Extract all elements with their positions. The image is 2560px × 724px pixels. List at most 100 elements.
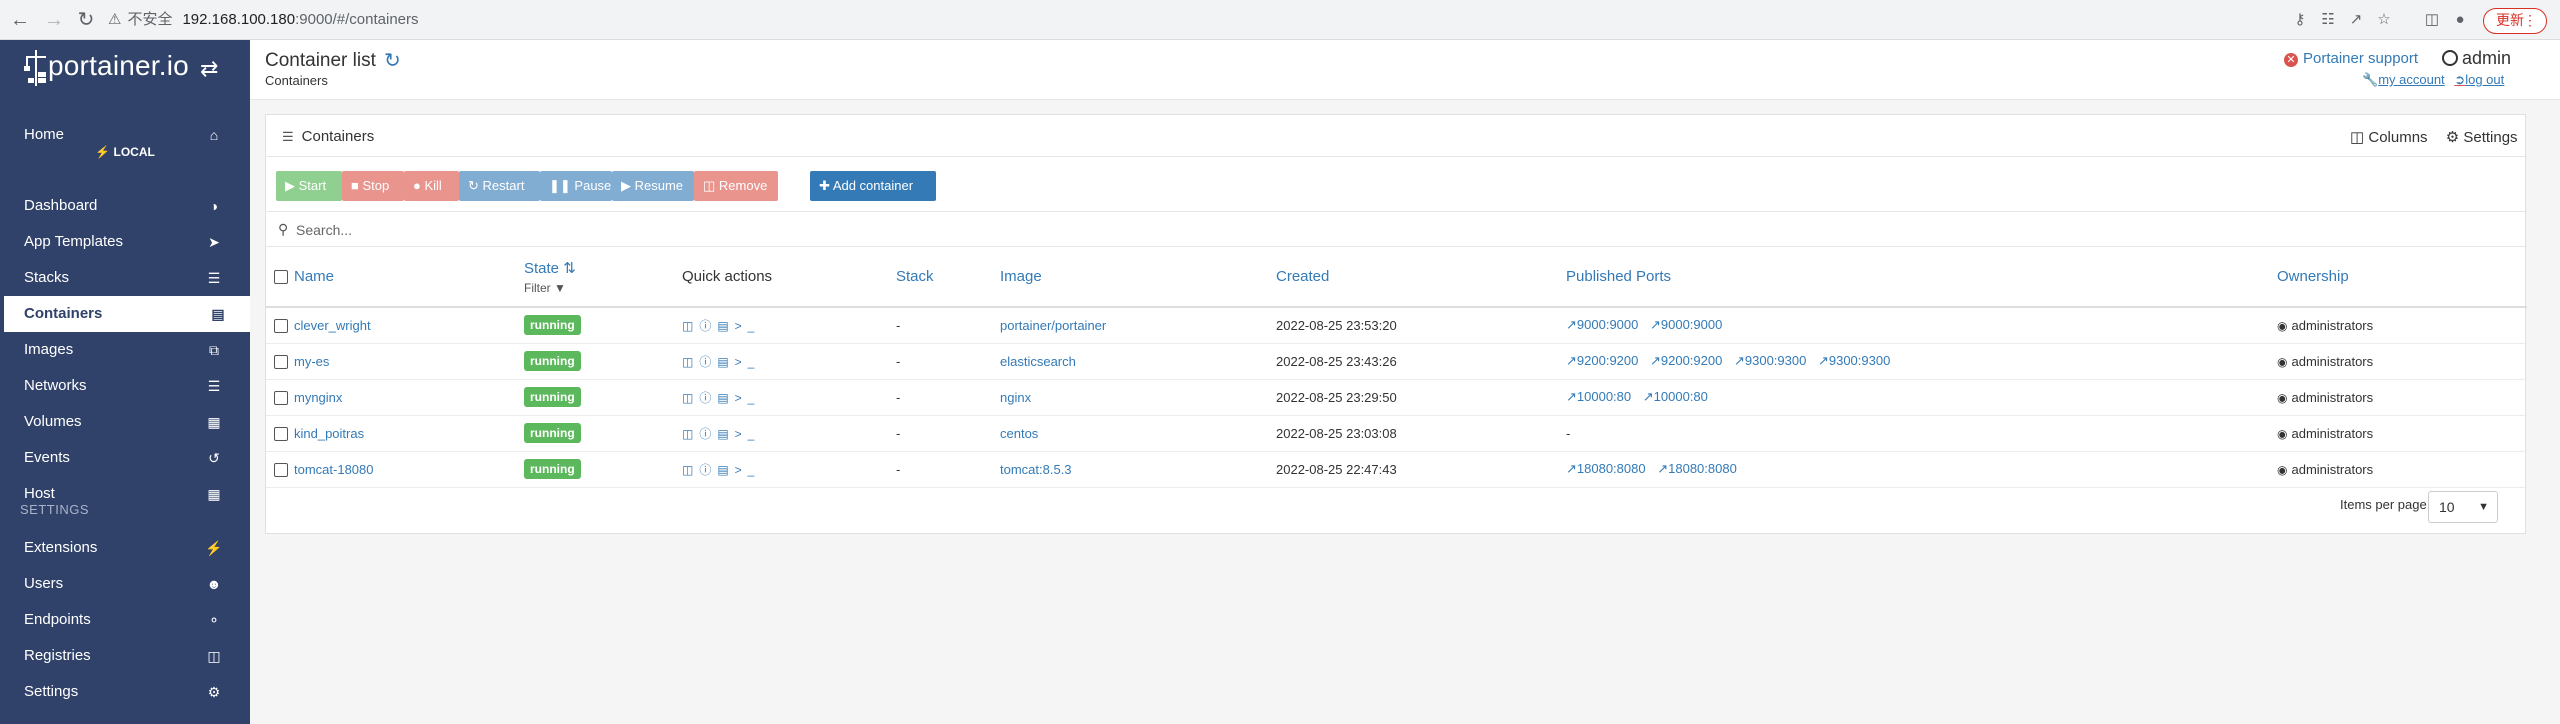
panel-title: ☰ Containers <box>282 128 374 145</box>
container-name-link[interactable]: kind_poitras <box>294 426 364 441</box>
translate-icon[interactable]: ☷ <box>2318 10 2338 30</box>
filter-label: Filter <box>524 280 551 295</box>
row-checkbox[interactable] <box>274 462 288 477</box>
logo-text[interactable]: portainer.io <box>48 50 189 82</box>
column-header-ports[interactable]: Published Ports <box>1566 247 2277 308</box>
port-label: 9200:9200 <box>1660 353 1723 368</box>
back-icon[interactable]: ← <box>8 8 32 32</box>
profile-icon[interactable]: ● <box>2450 10 2470 30</box>
port-link[interactable]: ↗9000:9000 <box>1650 317 1722 332</box>
share-icon[interactable]: ↗ <box>2346 10 2366 30</box>
image-link[interactable]: tomcat:8.5.3 <box>1000 462 1072 477</box>
address-bar[interactable]: ⚠ 不安全 192.168.100.180:9000/#/containers <box>108 6 1488 34</box>
column-header-ownership[interactable]: Ownership <box>2277 247 2527 308</box>
container-name-link[interactable]: mynginx <box>294 390 342 405</box>
columns-label: Columns <box>2368 129 2428 146</box>
remove-button[interactable]: ◫ Remove <box>694 171 778 201</box>
image-link[interactable]: elasticsearch <box>1000 354 1076 369</box>
port-link[interactable]: ↗9000:9000 <box>1566 317 1638 332</box>
sidebar-item-volumes[interactable]: Volumes ▦ <box>0 404 250 440</box>
port-link[interactable]: ↗18080:8080 <box>1566 461 1646 476</box>
quick-actions-icons[interactable]: ◫ⓘ▤>_ <box>682 355 760 369</box>
sidebar-item-registries[interactable]: Registries ◫ <box>0 638 250 674</box>
port-link[interactable]: ↗18080:8080 <box>1657 461 1737 476</box>
port-link[interactable]: ↗9200:9200 <box>1650 353 1722 368</box>
sidebar-item-events[interactable]: Events ↺ <box>0 440 250 476</box>
columns-button[interactable]: ◫ Columns <box>2350 129 2428 146</box>
start-button[interactable]: ▶ Start <box>276 171 342 201</box>
quick-actions-cell: ◫ⓘ▤>_ <box>682 451 896 488</box>
sidebar-item-settings[interactable]: Settings ⚙ <box>0 674 250 710</box>
status-badge: running <box>524 351 581 371</box>
browser-toolbar: ← → ↻ ⚠ 不安全 192.168.100.180:9000/#/contain… <box>0 0 2560 40</box>
row-checkbox[interactable] <box>274 354 288 369</box>
pause-button[interactable]: ❚❚ Pause <box>540 171 612 201</box>
port-link[interactable]: ↗10000:80 <box>1643 389 1708 404</box>
row-checkbox[interactable] <box>274 319 288 334</box>
port-link[interactable]: ↗10000:80 <box>1566 389 1631 404</box>
container-name-link[interactable]: my-es <box>294 354 329 369</box>
side-panel-icon[interactable]: ◫ <box>2422 10 2442 30</box>
port-link[interactable]: ↗9200:9200 <box>1566 353 1638 368</box>
sidebar-item-app-templates[interactable]: App Templates ➤ <box>0 224 250 260</box>
add-container-button[interactable]: ✚ Add container <box>810 171 936 201</box>
name-cell: mynginx <box>294 379 524 416</box>
select-all-checkbox[interactable] <box>274 270 288 285</box>
ownership-value: administrators <box>2291 317 2374 333</box>
column-header-created[interactable]: Created <box>1276 247 1566 308</box>
items-per-page-select[interactable]: 10 ▼ <box>2428 491 2498 523</box>
port-link[interactable]: ↗9300:9300 <box>1818 353 1890 368</box>
port-link[interactable]: ↗9300:9300 <box>1734 353 1806 368</box>
column-header-state[interactable]: State ⇅ Filter ▼ <box>524 247 682 308</box>
image-link[interactable]: portainer/portainer <box>1000 318 1106 333</box>
column-header-name[interactable]: Name <box>294 247 524 308</box>
bookmark-star-icon[interactable]: ☆ <box>2374 10 2394 30</box>
kill-button[interactable]: ● Kill <box>404 171 459 201</box>
portainer-support-link[interactable]: ✕ Portainer support <box>2284 50 2418 67</box>
refresh-icon[interactable]: ↻ <box>384 48 401 73</box>
toggle-sidebar-icon[interactable]: ⇄ <box>200 56 218 82</box>
row-checkbox[interactable] <box>274 390 288 405</box>
sidebar-item-stacks[interactable]: Stacks ☰ <box>0 260 250 296</box>
image-link[interactable]: centos <box>1000 426 1038 441</box>
eye-slash-icon: ◉ <box>2277 318 2288 333</box>
column-header-image[interactable]: Image <box>1000 247 1276 308</box>
my-account-link[interactable]: my account <box>2378 72 2444 87</box>
sidebar-item-containers[interactable]: Containers ▤ <box>0 296 250 332</box>
sidebar-item-images[interactable]: Images ⧉ <box>0 332 250 368</box>
sidebar-item-users[interactable]: Users ☻ <box>0 566 250 602</box>
sign-out-icon: ➲ <box>2454 72 2466 87</box>
user-label: admin <box>2462 48 2512 68</box>
stop-button[interactable]: ■ Stop <box>342 171 404 201</box>
reload-icon[interactable]: ↻ <box>74 8 98 32</box>
restart-button[interactable]: ↻ Restart <box>459 171 540 201</box>
sidebar-item-networks[interactable]: Networks ☰ <box>0 368 250 404</box>
container-name-link[interactable]: clever_wright <box>294 318 371 333</box>
forward-icon[interactable]: → <box>42 8 66 32</box>
portainer-logo-icon[interactable] <box>22 48 50 88</box>
sidebar-item-dashboard[interactable]: Dashboard ◑ <box>0 188 250 224</box>
log-out-link[interactable]: ➲log out <box>2454 72 2504 87</box>
state-filter[interactable]: Filter ▼ <box>524 281 682 295</box>
browser-update-button[interactable]: 更新 ⋮ <box>2483 8 2547 34</box>
sidebar-item-endpoints[interactable]: Endpoints ⚬ <box>0 602 250 638</box>
sidebar-item-extensions[interactable]: Extensions ⚡ <box>0 530 250 566</box>
resume-button[interactable]: ▶ Resume <box>612 171 694 201</box>
logo-row: portainer.io ⇄ <box>0 40 250 95</box>
table-settings-button[interactable]: ⚙ Settings <box>2446 129 2518 146</box>
quick-actions-icons[interactable]: ◫ⓘ▤>_ <box>682 427 760 441</box>
state-cell: running <box>524 415 682 452</box>
quick-actions-icons[interactable]: ◫ⓘ▤>_ <box>682 391 760 405</box>
column-header-stack[interactable]: Stack <box>896 247 1000 308</box>
external-link-icon: ↗ <box>1733 353 1745 368</box>
image-link[interactable]: nginx <box>1000 390 1031 405</box>
quick-actions-icons[interactable]: ◫ⓘ▤>_ <box>682 319 760 333</box>
created-cell: 2022-08-25 23:29:50 <box>1276 379 1566 416</box>
row-checkbox[interactable] <box>274 426 288 441</box>
external-link-icon: ↗ <box>1649 353 1661 368</box>
quick-actions-icons[interactable]: ◫ⓘ▤>_ <box>682 463 760 477</box>
port-label: 9300:9300 <box>1744 353 1807 368</box>
container-name-link[interactable]: tomcat-18080 <box>294 462 374 477</box>
search-input[interactable] <box>296 216 2496 244</box>
key-icon[interactable]: ⚷ <box>2290 10 2310 30</box>
